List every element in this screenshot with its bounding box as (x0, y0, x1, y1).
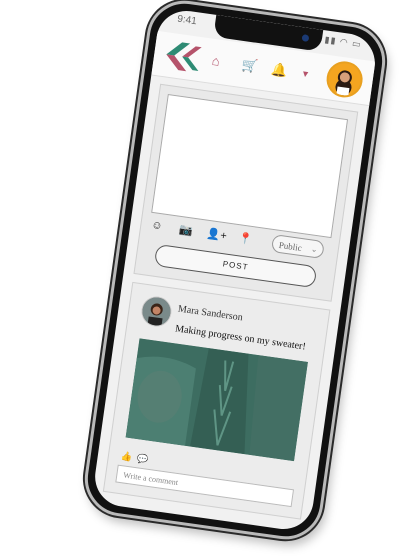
post-photo-sweater[interactable] (125, 338, 308, 462)
brand-logo[interactable] (160, 38, 204, 75)
location-icon[interactable]: 📍 (238, 231, 253, 246)
compose-textarea[interactable] (151, 93, 349, 239)
smiley-icon[interactable]: ☺ (151, 219, 164, 232)
front-camera (301, 34, 310, 43)
bell-icon[interactable]: 🔔 (270, 61, 288, 79)
cart-icon[interactable]: 🛒 (240, 57, 259, 75)
home-icon[interactable]: ⌂ (211, 53, 221, 69)
visibility-select[interactable]: Public ⌄ (270, 233, 325, 260)
chevron-down-icon: ⌄ (310, 244, 319, 255)
user-avatar[interactable] (324, 59, 365, 100)
author-name[interactable]: Mara Sanderson (177, 304, 243, 324)
camera-icon[interactable]: 📷 (178, 223, 193, 238)
like-icon[interactable]: 👍 (120, 451, 133, 463)
feed-post: Mara Sanderson Making progress on my swe… (102, 281, 331, 520)
add-user-icon[interactable]: 👤+ (206, 227, 228, 243)
post-composer: ☺ 📷 👤+ 📍 Public ⌄ POST (133, 83, 359, 302)
author-avatar[interactable] (139, 294, 174, 329)
comment-input[interactable]: Write a comment (115, 464, 295, 508)
phone-body: 9:41 ▮▮ ◠ ▭ ⌂ 🛒 🔔 ▼ ☺ 📷 👤+ 📍 Public ⌄ PO… (79, 0, 391, 545)
visibility-value: Public (278, 239, 303, 254)
signal-wifi-battery-icons: ▮▮ ◠ ▭ (324, 34, 363, 50)
status-time: 9:41 (176, 13, 198, 28)
comment-icon[interactable]: 💬 (136, 453, 149, 465)
phone-mockup: 9:41 ▮▮ ◠ ▭ ⌂ 🛒 🔔 ▼ ☺ 📷 👤+ 📍 Public ⌄ PO… (0, 0, 400, 560)
chevron-down-icon[interactable]: ▼ (300, 68, 310, 79)
phone-screen: 9:41 ▮▮ ◠ ▭ ⌂ 🛒 🔔 ▼ ☺ 📷 👤+ 📍 Public ⌄ PO… (91, 7, 379, 533)
